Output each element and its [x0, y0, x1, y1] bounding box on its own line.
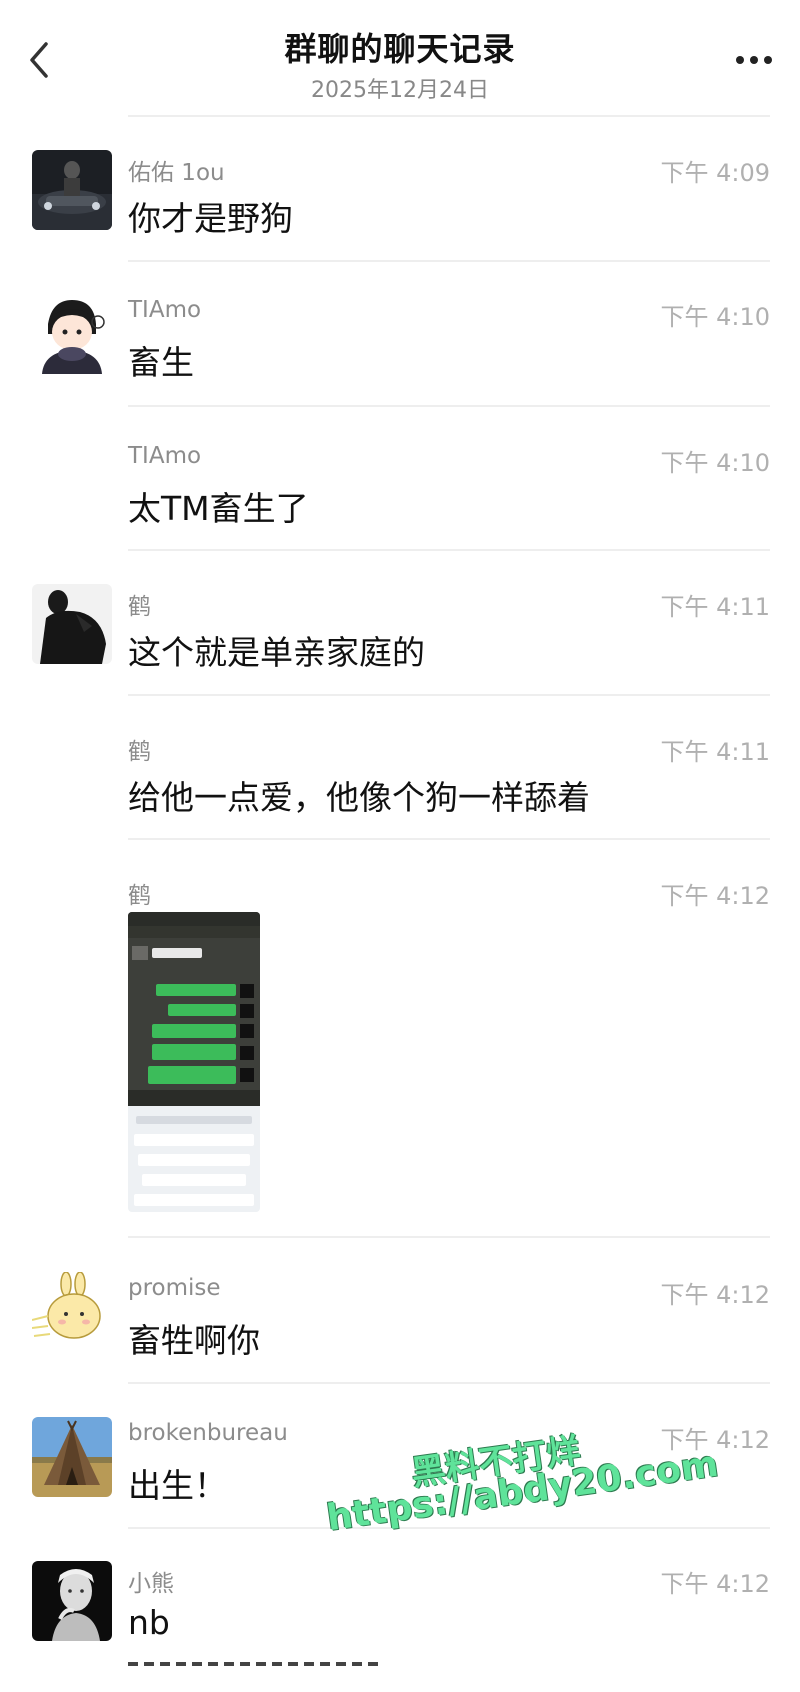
divider — [128, 260, 770, 262]
sender-name: 鹤 — [128, 594, 151, 620]
message-text: 这个就是单亲家庭的 — [128, 633, 425, 672]
message-text: nb — [128, 1603, 170, 1642]
avatar-teepee-image — [32, 1417, 112, 1497]
message-time: 下午 4:12 — [660, 1281, 770, 1309]
avatar[interactable] — [32, 150, 112, 230]
sender-name: 鹤 — [128, 739, 151, 765]
sender-name: TIAmo — [128, 443, 202, 469]
header: 群聊的聊天记录 2025年12月24日 — [0, 0, 800, 115]
sender-name: TIAmo — [128, 297, 202, 323]
sender-name: brokenbureau — [128, 1420, 288, 1446]
message-text: 太TM畜生了 — [128, 489, 309, 528]
sender-name: 小熊 — [128, 1571, 174, 1597]
avatar[interactable] — [32, 584, 112, 664]
divider — [128, 694, 770, 696]
avatar-dark-figure-image — [32, 584, 112, 664]
avatar[interactable] — [32, 1561, 112, 1641]
avatar[interactable] — [32, 294, 112, 374]
sender-name: promise — [128, 1275, 221, 1301]
message-text: 出生！ — [128, 1466, 227, 1505]
sender-name: 佑佑 1ou — [128, 160, 225, 186]
more-button[interactable] — [734, 52, 774, 68]
image-thumbnail[interactable] — [128, 912, 260, 1212]
page-title: 群聊的聊天记录 — [284, 30, 516, 68]
message-time: 下午 4:10 — [660, 303, 770, 331]
message-text: 畜牲啊你 — [128, 1321, 260, 1360]
message-time: 下午 4:11 — [660, 738, 770, 766]
message-time: 下午 4:10 — [660, 449, 770, 477]
avatar-bw-portrait-image — [32, 1561, 112, 1641]
more-dots-icon — [736, 56, 772, 64]
divider — [128, 1236, 770, 1238]
chat-screenshot-image — [128, 912, 260, 1212]
avatar-car-image — [32, 150, 112, 230]
message-text: 你才是野狗 — [128, 199, 293, 238]
avatar[interactable] — [32, 1417, 112, 1497]
message-time: 下午 4:11 — [660, 593, 770, 621]
separator-dashes — [128, 1662, 378, 1666]
message-time: 下午 4:12 — [660, 1570, 770, 1598]
divider — [128, 1382, 770, 1384]
avatar-cartoon-boy-image — [32, 294, 112, 374]
avatar-bunny-image — [32, 1272, 112, 1352]
divider — [128, 405, 770, 407]
divider — [128, 838, 770, 840]
divider — [128, 549, 770, 551]
message-time: 下午 4:09 — [660, 159, 770, 187]
message-text: 畜生 — [128, 343, 194, 382]
page-date: 2025年12月24日 — [311, 78, 489, 103]
divider — [128, 115, 770, 117]
message-time: 下午 4:12 — [660, 882, 770, 910]
message-text: 给他一点爱，他像个狗一样舔着 — [128, 778, 590, 817]
avatar[interactable] — [32, 1272, 112, 1352]
watermark: 黑料不打烊 https://abdy20.com — [310, 1384, 721, 1549]
sender-name: 鹤 — [128, 883, 151, 909]
